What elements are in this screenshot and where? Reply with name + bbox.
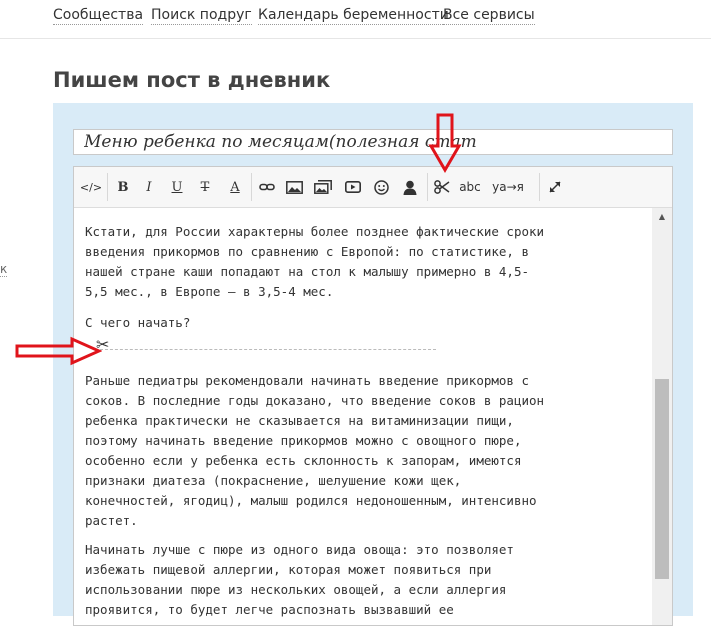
bold-label: B [117, 179, 129, 195]
toolbar-divider [539, 173, 540, 201]
annotation-arrow-down-icon [428, 113, 462, 173]
gallery-icon [314, 180, 332, 194]
nav-all-services-link[interactable]: Все сервисы [443, 6, 535, 25]
content-paragraph: С чего начать? [85, 315, 191, 330]
insert-smiley-button[interactable] [368, 167, 394, 207]
spellcheck-label: abc [459, 180, 481, 194]
strikethrough-label: T [200, 179, 210, 195]
fullscreen-button[interactable] [543, 167, 567, 207]
link-button[interactable] [254, 167, 280, 207]
scroll-up-arrow-icon[interactable]: ▲ [652, 208, 672, 224]
strikethrough-button[interactable]: T [192, 167, 218, 207]
top-nav: Сообщества Поиск подруг Календарь береме… [0, 0, 711, 39]
toolbar-divider [427, 173, 428, 201]
post-title-input[interactable] [73, 129, 673, 155]
text-color-label: A [230, 179, 240, 195]
text-color-button[interactable]: A [222, 167, 248, 207]
content-paragraph: Раньше педиатры рекомендовали начинать в… [85, 373, 545, 528]
nav-find-friends-link[interactable]: Поиск подруг [151, 6, 252, 25]
translit-label: уа→я [492, 180, 524, 194]
page-title: Пишем пост в дневник [53, 68, 331, 92]
nav-pregnancy-calendar-link[interactable]: Календарь беременности [258, 6, 449, 25]
annotation-arrow-right-icon [15, 336, 102, 366]
editor-toolbar: </> B I U T A abc уа→я [74, 167, 672, 208]
scrollbar-thumb[interactable] [655, 379, 669, 579]
video-icon [345, 181, 361, 193]
html-source-label: </> [79, 180, 103, 194]
editor-scrollbar[interactable]: ▲ [652, 208, 672, 625]
toolbar-divider [251, 173, 252, 201]
content-paragraph: Начинать лучше с пюре из одного вида ово… [85, 542, 514, 617]
rich-text-editor: </> B I U T A abc уа→я Кстати, для Росси… [73, 166, 673, 626]
smiley-icon [373, 179, 389, 195]
editor-content[interactable]: Кстати, для России характерны более позд… [74, 208, 652, 625]
html-source-button[interactable]: </> [78, 167, 104, 207]
expand-icon [549, 181, 561, 193]
cut-separator [100, 349, 436, 350]
underline-button[interactable]: U [164, 167, 190, 207]
side-link-fragment[interactable]: к [0, 262, 8, 277]
italic-button[interactable]: I [136, 167, 162, 207]
underline-label: U [171, 179, 183, 195]
image-icon [285, 180, 303, 194]
insert-user-button[interactable] [397, 167, 423, 207]
nav-communities-link[interactable]: Сообщества [53, 6, 144, 25]
insert-gallery-button[interactable] [310, 167, 336, 207]
toolbar-divider [107, 173, 108, 201]
translit-button[interactable]: уа→я [488, 167, 528, 207]
content-paragraph: Кстати, для России характерны более позд… [85, 224, 545, 299]
link-icon [259, 183, 275, 191]
insert-video-button[interactable] [340, 167, 366, 207]
italic-label: I [146, 179, 152, 195]
scissors-icon [434, 180, 450, 194]
user-icon [403, 180, 417, 195]
bold-button[interactable]: B [110, 167, 136, 207]
insert-image-button[interactable] [281, 167, 307, 207]
